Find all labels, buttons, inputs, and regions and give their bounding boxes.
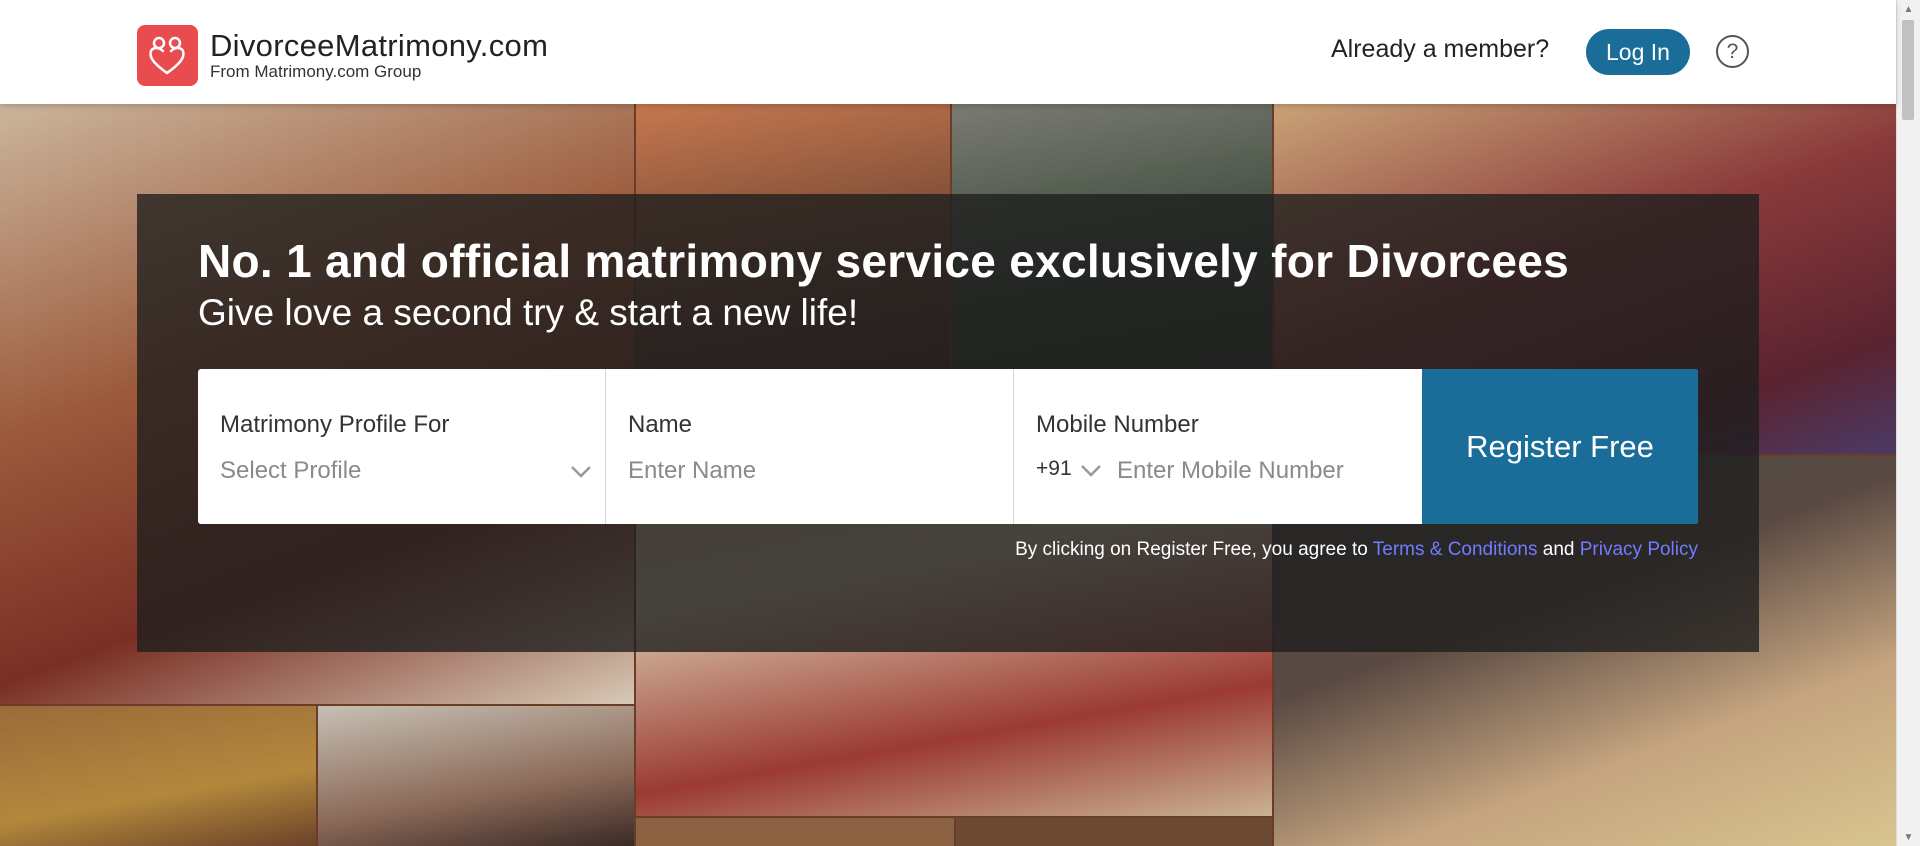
chevron-down-icon[interactable] — [570, 465, 592, 479]
photo-tile — [956, 818, 1272, 846]
register-free-button[interactable]: Register Free — [1422, 369, 1698, 524]
name-field[interactable]: Name Enter Name — [606, 369, 1014, 524]
page-scrollbar[interactable]: ▲ ▼ — [1896, 0, 1920, 846]
page-subheadline: Give love a second try & start a new lif… — [198, 292, 859, 333]
scroll-thumb[interactable] — [1902, 20, 1914, 120]
profile-for-label: Matrimony Profile For — [220, 411, 450, 438]
chevron-down-icon[interactable] — [1080, 464, 1102, 478]
privacy-link[interactable]: Privacy Policy — [1580, 539, 1698, 560]
help-icon[interactable]: ? — [1716, 35, 1749, 68]
login-button[interactable]: Log In — [1586, 29, 1690, 75]
terms-prefix: By clicking on Register Free, you agree … — [1015, 539, 1373, 560]
terms-notice: By clicking on Register Free, you agree … — [1015, 539, 1698, 561]
registration-panel: No. 1 and official matrimony service exc… — [137, 194, 1759, 652]
country-code-select[interactable]: +91 — [1036, 457, 1072, 481]
terms-link[interactable]: Terms & Conditions — [1373, 539, 1538, 560]
photo-tile — [0, 706, 316, 846]
mobile-field[interactable]: Mobile Number +91 Enter Mobile Number — [1014, 369, 1422, 524]
registration-form: Matrimony Profile For Select Profile Nam… — [198, 369, 1698, 524]
already-member-text: Already a member? — [1331, 35, 1550, 63]
site-header: DivorceeMatrimony.com From Matrimony.com… — [0, 0, 1896, 104]
brand-name[interactable]: DivorceeMatrimony.com — [210, 28, 548, 64]
terms-conjunction: and — [1537, 539, 1580, 560]
profile-for-value[interactable]: Select Profile — [220, 457, 361, 485]
photo-tile — [318, 706, 634, 846]
name-label: Name — [628, 411, 693, 438]
photo-tile — [636, 818, 954, 846]
scroll-up-icon[interactable]: ▲ — [1897, 0, 1920, 18]
scroll-down-icon[interactable]: ▼ — [1897, 828, 1920, 846]
name-input[interactable]: Enter Name — [628, 457, 756, 485]
mobile-label: Mobile Number — [1036, 411, 1199, 438]
logo-icon[interactable] — [137, 25, 198, 86]
brand-subtitle: From Matrimony.com Group — [210, 62, 422, 81]
page-headline: No. 1 and official matrimony service exc… — [198, 235, 1570, 287]
mobile-input[interactable]: Enter Mobile Number — [1117, 457, 1344, 485]
profile-for-select[interactable]: Matrimony Profile For Select Profile — [198, 369, 606, 524]
